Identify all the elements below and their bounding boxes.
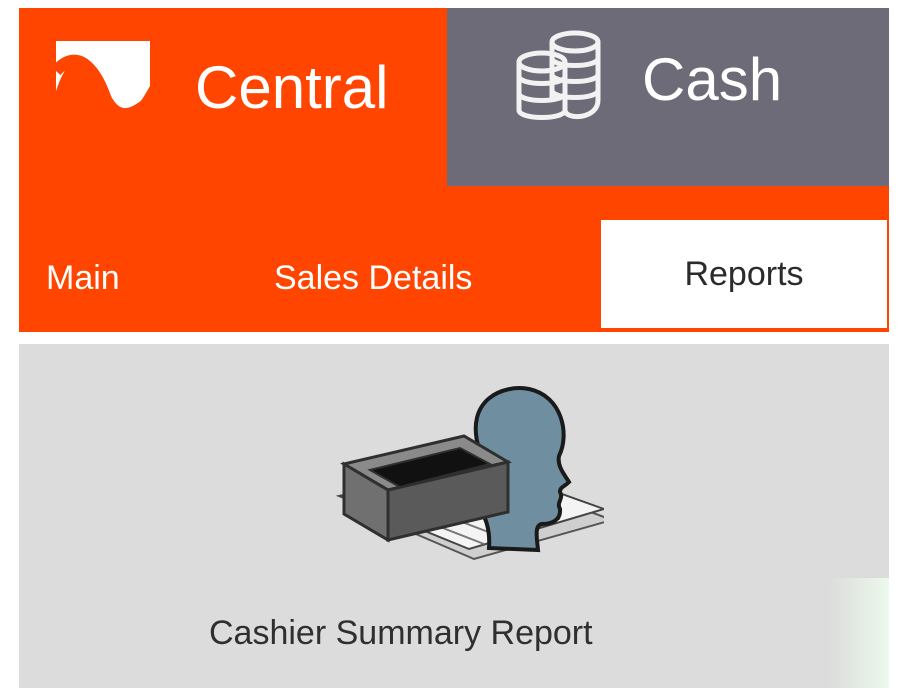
cashier-summary-report-button[interactable]: Cashier Summary Report: [209, 374, 604, 652]
cashier-summary-report-icon: [335, 386, 604, 561]
app-title-central: Central: [195, 54, 389, 121]
tab-main[interactable]: Main: [46, 224, 120, 332]
coins-stack-icon: [516, 30, 601, 120]
central-logo-icon: [56, 41, 150, 141]
reports-panel: Cashier Summary Report: [19, 344, 889, 688]
background-decoration: [829, 578, 889, 688]
app-title-cash: Cash: [642, 46, 783, 113]
app-switch-cash[interactable]: Cash: [447, 8, 889, 186]
tab-reports[interactable]: Reports: [601, 220, 887, 328]
tab-sales-details[interactable]: Sales Details: [274, 224, 472, 332]
app-switch-central[interactable]: Central: [19, 8, 447, 186]
cashier-summary-report-label: Cashier Summary Report: [209, 614, 593, 652]
